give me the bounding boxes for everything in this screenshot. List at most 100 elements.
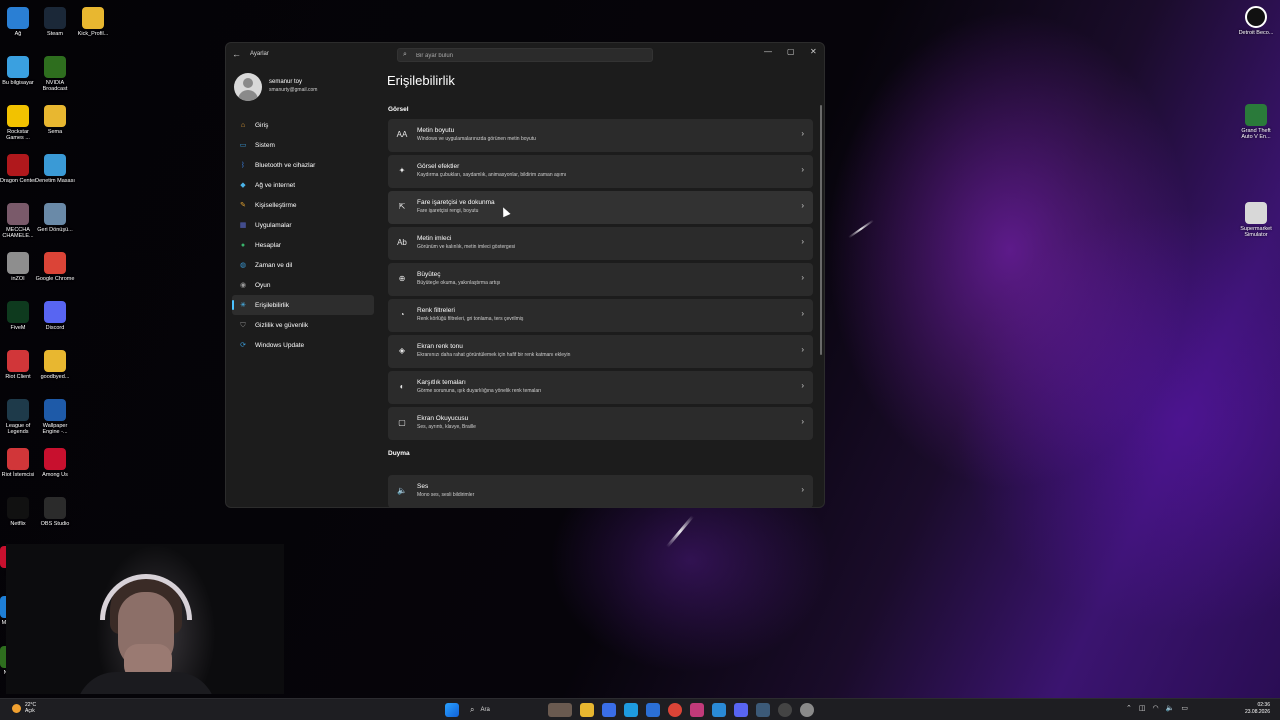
settings-row[interactable]: 🔈 Ses Mono ses, sesli bildirimler ›	[388, 475, 813, 507]
settings-row[interactable]: ◔ Renk filtreleri Renk körlüğü filtreleri,…	[388, 299, 813, 332]
desktop-icon-label: Riot İstemcisi	[1, 472, 35, 478]
desktop-icon[interactable]: Sema	[38, 105, 72, 135]
desktop-icon-label: Denetim Masası	[35, 178, 75, 184]
accessibility-icon: ✳	[240, 301, 246, 309]
file-explorer-icon[interactable]	[580, 703, 594, 717]
desktop-icon[interactable]: Rockstar Games ...	[1, 105, 35, 141]
gta-icon	[1245, 104, 1267, 126]
vpn-icon[interactable]	[712, 703, 726, 717]
desktop-icon[interactable]: Riot Client	[1, 350, 35, 380]
sidebar-item-label: Zaman ve dil	[255, 261, 293, 269]
obs-icon[interactable]	[778, 703, 792, 717]
chrome-icon[interactable]	[668, 703, 682, 717]
discord-icon[interactable]	[734, 703, 748, 717]
desktop-icon-label: Bu bilgisayar	[2, 80, 34, 86]
apps-icon: ▦	[239, 221, 247, 229]
desktop-icon[interactable]: FiveM	[1, 301, 35, 331]
desktop-icon[interactable]: League of Legends	[1, 399, 35, 435]
taskbar-search[interactable]: ⌕ Ara	[466, 702, 546, 718]
sidebar-item[interactable]: ◉ Oyun	[232, 275, 374, 295]
sidebar-item[interactable]: ⌂ Giriş	[232, 115, 374, 135]
store-icon[interactable]	[646, 703, 660, 717]
desktop-icon[interactable]: inZOI	[1, 252, 35, 282]
battery-icon[interactable]: ▭	[1181, 704, 1188, 712]
close-button[interactable]: ✕	[810, 47, 817, 56]
obs-icon	[44, 497, 66, 519]
desktop-icon[interactable]: Discord	[38, 301, 72, 331]
desktop-icon[interactable]: Grand Theft Auto V En...	[1239, 104, 1273, 140]
settings-row[interactable]: ◐ Karşıtlık temaları Görme sorununa, ışık …	[388, 371, 813, 404]
desktop-icon-label: Supermarket Simulator	[1240, 226, 1272, 238]
desktop-icon[interactable]: Supermarket Simulator	[1239, 202, 1273, 238]
sidebar-item[interactable]: ◆ Ağ ve internet	[232, 175, 374, 195]
edge-icon[interactable]	[624, 703, 638, 717]
sidebar-item[interactable]: ▭ Sistem	[232, 135, 374, 155]
minimize-button[interactable]: —	[764, 47, 772, 56]
desktop-icon[interactable]: Google Chrome	[36, 252, 74, 282]
desktop-icon[interactable]: Detroit Beco...	[1239, 6, 1273, 36]
scrollbar[interactable]	[820, 105, 822, 355]
sidebar-item[interactable]: ▦ Uygulamalar	[232, 215, 374, 235]
sidebar-item[interactable]: ✎ Kişiselleştirme	[232, 195, 374, 215]
search-input[interactable]	[416, 50, 636, 61]
user-email: smanurty@gmail.com	[269, 87, 318, 93]
clock[interactable]: 02:36 23.08.2026	[1245, 702, 1270, 716]
settings-row[interactable]: AA Metin boyutu Windows ve uygulamalarınız…	[388, 119, 813, 152]
riot-icon	[7, 350, 29, 372]
settings-icon[interactable]	[800, 703, 814, 717]
desktop-icon[interactable]: Kick_Profil...	[76, 7, 110, 37]
davinci-icon[interactable]	[690, 703, 704, 717]
user-profile[interactable]: semanur toy smanurty@gmail.com	[234, 73, 374, 103]
settings-row-subtitle: Fare işaretçisi rengi, boyutu	[417, 208, 479, 214]
desktop-icon[interactable]: Geri Dönüşü...	[37, 203, 73, 233]
weather-widget[interactable]: 22°C Açık	[12, 702, 36, 714]
sidebar-item[interactable]: ✳ Erişilebilirlik	[232, 295, 374, 315]
sidebar-item[interactable]: ◍ Zaman ve dil	[232, 255, 374, 275]
sidebar-item-label: Ağ ve internet	[255, 181, 296, 189]
settings-row[interactable]: Ab Metin imleci Görünüm ve kalınlık, metin…	[388, 227, 813, 260]
desktop-icon[interactable]: Ağ	[1, 7, 35, 37]
desktop-icon[interactable]: Denetim Masası	[35, 154, 75, 184]
desktop-icon[interactable]: Wallpaper Engine -...	[38, 399, 72, 435]
sidebar-item[interactable]: ⛉ Gizlilik ve güvenlik	[232, 315, 374, 335]
desktop-icon[interactable]: Steam	[38, 7, 72, 37]
control-panel-icon	[44, 154, 66, 176]
volume-icon[interactable]: 🔈	[1166, 704, 1175, 712]
desktop-icon[interactable]: Dragon Center	[0, 154, 36, 184]
desktop-icon[interactable]: Netflix	[1, 497, 35, 527]
settings-search-box[interactable]: ⌕	[397, 48, 653, 62]
title-bar[interactable]: ← Ayarlar ⌕ — ▢ ✕	[226, 43, 824, 67]
network-tray-icon[interactable]: ◫	[1139, 704, 1146, 712]
settings-row[interactable]: ⊕ Büyüteç Büyüteçle okuma, yakınlaştırma a…	[388, 263, 813, 296]
settings-row[interactable]: ▢ Ekran Okuyucusu Ses, ayrıntı, klavye, Br…	[388, 407, 813, 440]
desktop-icon[interactable]: Bu bilgisayar	[1, 56, 35, 86]
settings-row[interactable]: ⇱ Fare işaretçisi ve dokunma Fare işaretçi…	[388, 191, 813, 224]
sidebar-item[interactable]: ● Hesaplar	[232, 235, 374, 255]
sidebar-item[interactable]: ᛒ Bluetooth ve cihazlar	[232, 155, 374, 175]
maximize-button[interactable]: ▢	[787, 47, 795, 56]
sidebar-item[interactable]: ⟳ Windows Update	[232, 335, 374, 355]
folder-icon	[44, 350, 66, 372]
sidebar-item-label: Oyun	[255, 281, 271, 289]
desktop-icon[interactable]: Among Us	[38, 448, 72, 478]
settings-row[interactable]: ✦ Görsel efektler Kaydırma çubukları, sayd…	[388, 155, 813, 188]
settings-row-title: Metin imleci	[417, 235, 452, 242]
taskbar: 22°C Açık ⌕ Ara ⌃ ◫ ◠ 🔈 ▭ 02:36 23.08.20…	[0, 698, 1280, 720]
desktop-icon[interactable]: Riot İstemcisi	[1, 448, 35, 478]
desktop-icon-label: goodbyed...	[40, 374, 70, 380]
steam-icon[interactable]	[756, 703, 770, 717]
avatar[interactable]	[234, 73, 262, 101]
news-widget-icon[interactable]	[548, 703, 572, 717]
desktop-icon[interactable]: NVIDIA Broadcast	[38, 56, 72, 92]
settings-row[interactable]: ◈ Ekran renk tonu Ekranınızı daha rahat gö…	[388, 335, 813, 368]
settings-row-title: Metin boyutu	[417, 127, 455, 134]
desktop-icon[interactable]: goodbyed...	[38, 350, 72, 380]
start-button[interactable]	[445, 703, 459, 717]
copilot-icon[interactable]	[602, 703, 616, 717]
desktop-icon[interactable]: OBS Studio	[38, 497, 72, 527]
desktop-icon-label: Wallpaper Engine -...	[42, 423, 68, 435]
desktop-icon[interactable]: MECCHA CHAMELE...	[1, 203, 35, 239]
wifi-icon[interactable]: ◠	[1153, 704, 1159, 712]
back-arrow-icon[interactable]: ←	[232, 49, 241, 59]
chevron-up-icon[interactable]: ⌃	[1126, 704, 1132, 712]
